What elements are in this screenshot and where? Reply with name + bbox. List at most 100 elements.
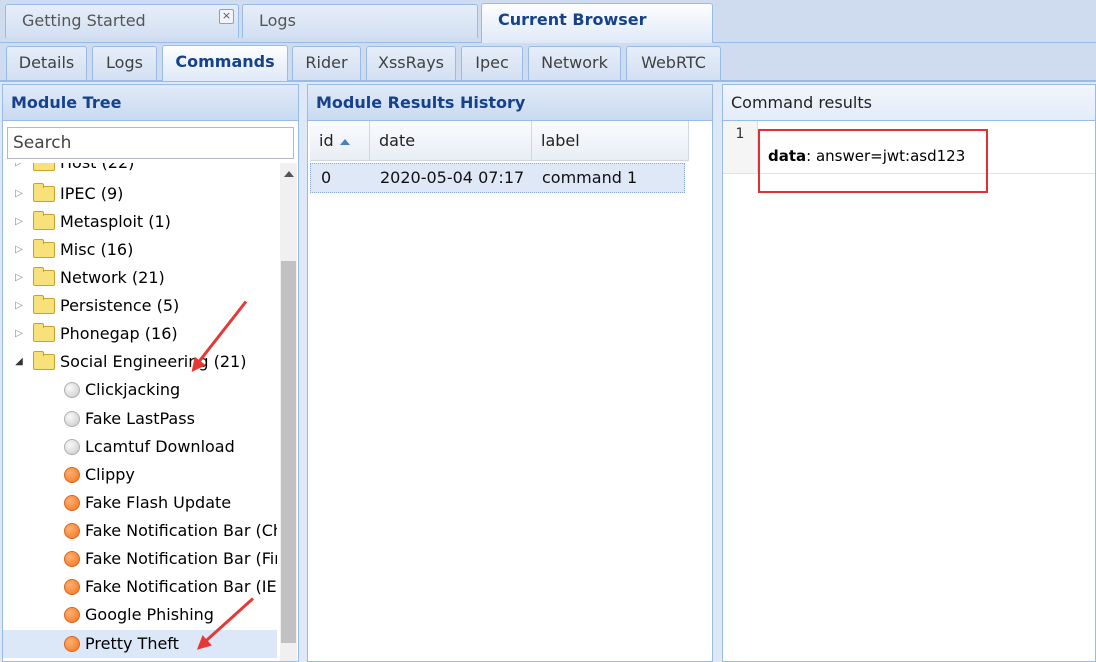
tree-folder-ipec[interactable]: ▷ IPEC (9) bbox=[3, 180, 277, 208]
open-folder-icon bbox=[33, 351, 55, 370]
status-orange-icon bbox=[64, 467, 80, 483]
status-grey-icon bbox=[64, 382, 80, 398]
tree-scrollbar[interactable] bbox=[280, 163, 297, 661]
cell-id: 0 bbox=[321, 168, 332, 187]
column-label: id bbox=[319, 131, 334, 150]
tab-label: Getting Started bbox=[22, 11, 146, 30]
tab-getting-started[interactable]: Getting Started × bbox=[5, 4, 239, 38]
search-input[interactable] bbox=[7, 127, 294, 159]
column-header-date[interactable]: date bbox=[370, 121, 532, 161]
expand-icon[interactable]: ▷ bbox=[13, 264, 25, 292]
tree-label: Fake Notification Bar (Chrome) bbox=[85, 521, 277, 540]
scroll-thumb[interactable] bbox=[281, 261, 296, 643]
column-header-label[interactable]: label bbox=[532, 121, 689, 161]
tree-folder-phonegap[interactable]: ▷ Phonegap (16) bbox=[3, 320, 277, 348]
tab-label: Details bbox=[18, 53, 75, 72]
expand-icon[interactable]: ▷ bbox=[13, 208, 25, 236]
tree-module-clickjacking[interactable]: Clickjacking bbox=[3, 376, 277, 404]
tab-rider[interactable]: Rider bbox=[292, 46, 361, 80]
tree-module-fake-notification-firefox[interactable]: Fake Notification Bar (Firefox) bbox=[3, 545, 277, 573]
tab-network[interactable]: Network bbox=[528, 46, 621, 80]
tree-module-pretty-theft[interactable]: Pretty Theft bbox=[3, 630, 277, 658]
tree-folder-network[interactable]: ▷ Network (21) bbox=[3, 264, 277, 292]
command-results-panel: Command results 1 data: answer=jwt:asd12… bbox=[722, 84, 1096, 662]
scroll-up-icon[interactable] bbox=[284, 171, 294, 177]
tree-label: Phonegap (16) bbox=[60, 324, 178, 343]
column-label: date bbox=[379, 131, 416, 150]
expand-icon[interactable]: ▷ bbox=[13, 292, 25, 320]
tree-label: Fake Notification Bar (Firefox) bbox=[85, 549, 277, 568]
tab-label: Network bbox=[541, 53, 608, 72]
tab-label: Ipec bbox=[475, 53, 509, 72]
tree-module-fake-flash-update[interactable]: Fake Flash Update bbox=[3, 489, 277, 517]
tree-folder-metasploit[interactable]: ▷ Metasploit (1) bbox=[3, 208, 277, 236]
tree-label: Lcamtuf Download bbox=[85, 437, 235, 456]
status-orange-icon bbox=[64, 636, 80, 652]
tree-label: Misc (16) bbox=[60, 240, 134, 259]
tab-ipec[interactable]: Ipec bbox=[461, 46, 523, 80]
tree-label: Social Engineering (21) bbox=[60, 352, 247, 371]
tree-label: Clickjacking bbox=[85, 380, 181, 399]
module-tree: ▷ Host (22) ▷ IPEC (9) ▷ Metasploit (1) … bbox=[3, 163, 277, 661]
tree-module-fake-notification-ie[interactable]: Fake Notification Bar (IE) bbox=[3, 573, 277, 601]
panel-title: Module Results History bbox=[308, 85, 712, 121]
tree-module-fake-notification-chrome[interactable]: Fake Notification Bar (Chrome) bbox=[3, 517, 277, 545]
close-icon[interactable]: × bbox=[219, 9, 234, 24]
tree-folder-host[interactable]: ▷ Host (22) bbox=[3, 163, 277, 177]
tab-logs[interactable]: Logs bbox=[92, 46, 157, 80]
tab-details[interactable]: Details bbox=[6, 46, 87, 80]
tab-logs[interactable]: Logs bbox=[242, 4, 478, 38]
status-grey-icon bbox=[64, 439, 80, 455]
folder-icon bbox=[33, 163, 55, 171]
cell-date: 2020-05-04 07:17 bbox=[380, 168, 525, 187]
tree-label: Metasploit (1) bbox=[60, 212, 171, 231]
status-orange-icon bbox=[64, 523, 80, 539]
folder-icon bbox=[33, 323, 55, 342]
tree-label: Fake LastPass bbox=[85, 409, 195, 428]
tree-label: Clippy bbox=[85, 465, 135, 484]
tab-commands[interactable]: Commands bbox=[162, 45, 288, 81]
sub-tab-strip: Details Logs Commands Rider XssRays Ipec… bbox=[0, 43, 1096, 82]
panel-title: Module Tree bbox=[3, 85, 298, 121]
tree-folder-misc[interactable]: ▷ Misc (16) bbox=[3, 236, 277, 264]
expand-icon[interactable]: ▷ bbox=[13, 320, 25, 348]
expand-icon[interactable]: ▷ bbox=[13, 180, 25, 208]
module-tree-panel: Module Tree ▷ Host (22) ▷ IPEC (9) ▷ Met… bbox=[2, 84, 299, 662]
results-history-panel: Module Results History id date label 0 2… bbox=[307, 84, 713, 662]
folder-icon bbox=[33, 295, 55, 314]
folder-icon bbox=[33, 239, 55, 258]
tab-label: Current Browser bbox=[498, 10, 647, 29]
tree-folder-social-engineering[interactable]: ◢ Social Engineering (21) bbox=[3, 348, 277, 376]
folder-icon bbox=[33, 267, 55, 286]
status-orange-icon bbox=[64, 495, 80, 511]
tree-label: IPEC (9) bbox=[60, 184, 124, 203]
tree-module-fake-lastpass[interactable]: Fake LastPass bbox=[3, 405, 277, 433]
table-row[interactable]: 0 2020-05-04 07:17 command 1 bbox=[310, 163, 685, 193]
tree-module-lcamtuf-download[interactable]: Lcamtuf Download bbox=[3, 433, 277, 461]
tree-label: Host (22) bbox=[60, 163, 134, 177]
tree-label: Pretty Theft bbox=[85, 634, 179, 653]
expand-icon[interactable]: ▷ bbox=[13, 236, 25, 264]
column-label: label bbox=[541, 131, 580, 150]
tab-xssrays[interactable]: XssRays bbox=[366, 46, 456, 80]
line-number: 1 bbox=[723, 121, 758, 173]
tab-webrtc[interactable]: WebRTC bbox=[626, 46, 721, 80]
tab-label: XssRays bbox=[377, 53, 444, 72]
tab-label: Commands bbox=[175, 52, 275, 71]
status-orange-icon bbox=[64, 551, 80, 567]
result-value: : answer=jwt:asd123 bbox=[806, 147, 966, 165]
result-line: data: answer=jwt:asd123 bbox=[768, 147, 965, 165]
cell-label: command 1 bbox=[542, 168, 638, 187]
tree-module-clippy[interactable]: Clippy bbox=[3, 461, 277, 489]
tree-label: Persistence (5) bbox=[60, 296, 180, 315]
column-header-id[interactable]: id bbox=[310, 121, 370, 161]
top-tab-strip: Getting Started × Logs Current Browser bbox=[0, 0, 1096, 43]
panel-title: Command results bbox=[723, 85, 1095, 121]
tab-current-browser[interactable]: Current Browser bbox=[481, 3, 713, 43]
expand-icon[interactable]: ▷ bbox=[13, 163, 25, 177]
tab-label: Logs bbox=[106, 53, 143, 72]
tree-label: Google Phishing bbox=[85, 605, 214, 624]
tree-label: Fake Flash Update bbox=[85, 493, 232, 512]
tab-label: Logs bbox=[259, 11, 296, 30]
collapse-icon[interactable]: ◢ bbox=[13, 348, 25, 376]
